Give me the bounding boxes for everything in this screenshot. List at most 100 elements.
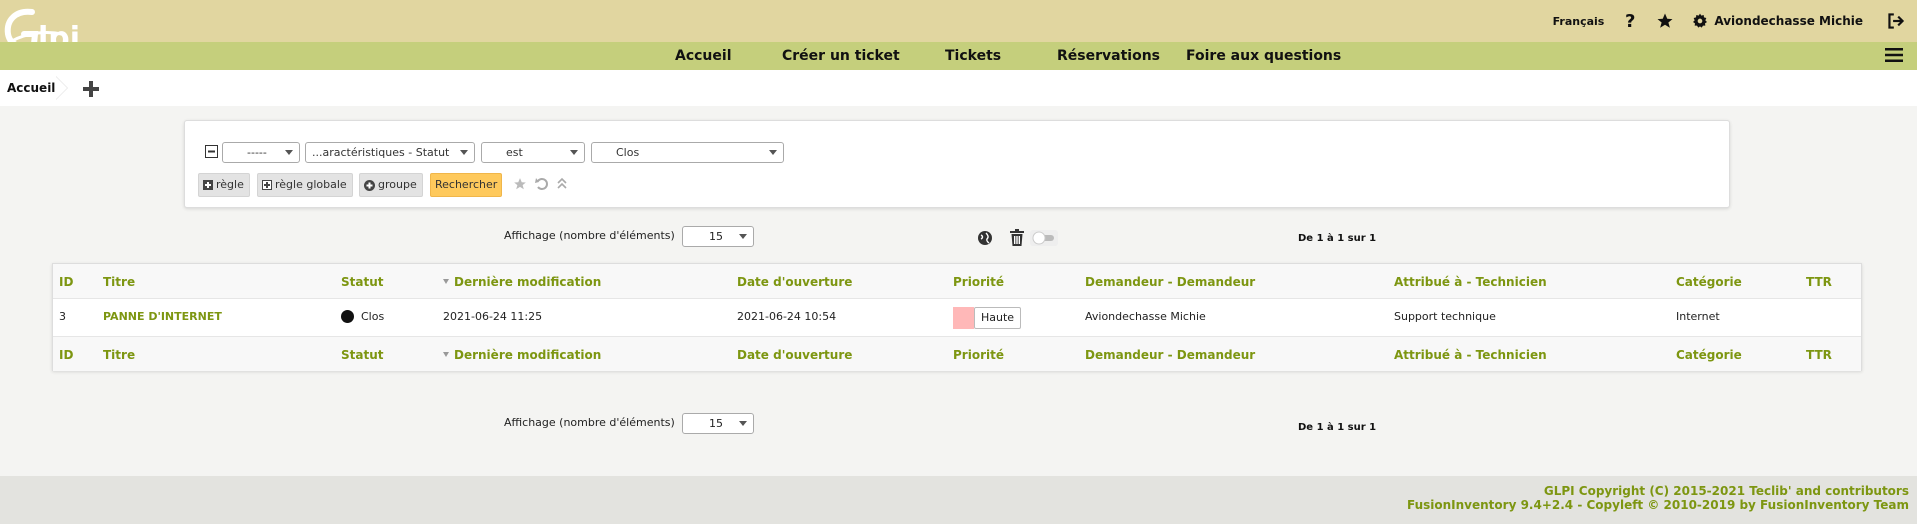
cell-status: Clos	[341, 309, 385, 324]
display-count-label: Affichage (nombre d'éléments)	[504, 229, 675, 242]
save-search-star-icon[interactable]	[513, 177, 527, 194]
column-header-status[interactable]: Statut	[341, 275, 384, 289]
toggle-switch[interactable]	[1030, 230, 1058, 249]
star-icon[interactable]	[1656, 12, 1674, 30]
nav-item-home[interactable]: Accueil	[675, 48, 732, 64]
column-header-title[interactable]: Titre	[103, 275, 135, 289]
chevron-down-icon	[460, 150, 468, 155]
glpi-copyright-link[interactable]: GLPI Copyright (C) 2015-2021 Teclib' and…	[1544, 484, 1909, 498]
nav-item-create-ticket[interactable]: Créer un ticket	[782, 48, 900, 64]
column-footer-last-modified[interactable]: Dernière modification	[443, 348, 601, 362]
items-per-page-select[interactable]: 15	[682, 226, 754, 247]
collapse-double-chevron-icon[interactable]	[557, 177, 567, 194]
priority-color-swatch	[953, 307, 974, 329]
column-header-technician[interactable]: Attribué à - Technicien	[1394, 275, 1547, 289]
cell-requester: Aviondechasse Michie	[1085, 310, 1206, 323]
column-footer-requester[interactable]: Demandeur - Demandeur	[1085, 348, 1255, 362]
language-selector[interactable]: Français	[1553, 15, 1605, 28]
chevron-down-icon	[739, 421, 747, 426]
column-footer-ttr[interactable]: TTR	[1806, 348, 1832, 362]
add-group-label: groupe	[378, 178, 417, 191]
page-footer: GLPI Copyright (C) 2015-2021 Teclib' and…	[0, 476, 1917, 524]
table-header: ID Titre Statut Dernière modification Da…	[53, 264, 1861, 298]
column-header-id[interactable]: ID	[59, 275, 73, 289]
fusioninventory-copyright-link[interactable]: FusionInventory 9.4+2.4 - Copyleft © 201…	[1407, 498, 1909, 512]
nav-item-faq[interactable]: Foire aux questions	[1186, 48, 1341, 64]
svg-text:?: ?	[1625, 12, 1635, 30]
help-icon[interactable]: ?	[1624, 12, 1638, 30]
priority-badge: Haute	[974, 307, 1022, 329]
column-footer-title[interactable]: Titre	[103, 348, 135, 362]
criterion-value: Clos	[616, 146, 640, 159]
column-footer-id[interactable]: ID	[59, 348, 73, 362]
remove-criterion-icon[interactable]	[205, 145, 218, 161]
status-closed-icon	[341, 309, 354, 323]
column-footer-opened[interactable]: Date d'ouverture	[737, 348, 852, 362]
items-per-page-value-bottom: 15	[709, 417, 723, 430]
gear-icon[interactable]	[1692, 13, 1708, 29]
plus-square-icon	[203, 180, 213, 190]
nav-item-reservations[interactable]: Réservations	[1057, 48, 1160, 64]
items-per-page-value: 15	[709, 230, 723, 243]
criterion-field-value: ...aractéristiques - Statut	[312, 146, 450, 159]
sort-desc-icon	[443, 352, 449, 357]
table-footer-header: ID Titre Statut Dernière modification Da…	[53, 337, 1861, 371]
column-header-opened[interactable]: Date d'ouverture	[737, 275, 852, 289]
reset-search-icon[interactable]	[535, 177, 549, 194]
chevron-down-icon	[570, 150, 578, 155]
chevron-down-icon	[769, 150, 777, 155]
column-header-category[interactable]: Catégorie	[1676, 275, 1742, 289]
globe-icon[interactable]	[977, 230, 993, 249]
column-footer-status[interactable]: Statut	[341, 348, 384, 362]
search-criteria-panel: ----- ...aractéristiques - Statut est Cl…	[184, 120, 1730, 208]
cell-id: 3	[59, 310, 66, 323]
pagination-count-bottom: De 1 à 1 sur 1	[1298, 422, 1377, 433]
cell-last-modified: 2021-06-24 11:25	[443, 310, 543, 323]
criterion-value-select[interactable]: Clos	[591, 142, 784, 163]
logout-icon[interactable]	[1887, 13, 1905, 29]
plus-circle-icon	[364, 179, 375, 191]
display-count-label-bottom: Affichage (nombre d'éléments)	[504, 416, 675, 429]
criterion-field-select[interactable]: ...aractéristiques - Statut	[305, 142, 475, 163]
chevron-down-icon	[739, 234, 747, 239]
criterion-link-select[interactable]: -----	[222, 142, 300, 163]
ticket-title-link[interactable]: PANNE D'INTERNET	[103, 310, 222, 323]
cell-opened: 2021-06-24 10:54	[737, 310, 837, 323]
column-footer-technician[interactable]: Attribué à - Technicien	[1394, 348, 1547, 362]
column-footer-category[interactable]: Catégorie	[1676, 348, 1742, 362]
table-row[interactable]: 3 PANNE D'INTERNET Clos 2021-06-24 11:25…	[53, 298, 1861, 337]
column-header-ttr[interactable]: TTR	[1806, 275, 1832, 289]
cell-category: Internet	[1676, 310, 1720, 323]
plus-square-outline-icon	[262, 180, 272, 190]
column-footer-last-modified-label: Dernière modification	[454, 348, 602, 362]
results-table: ID Titre Statut Dernière modification Da…	[52, 263, 1862, 371]
breadcrumb-home[interactable]: Accueil	[0, 76, 64, 100]
chevron-down-icon	[285, 150, 293, 155]
pagination-count: De 1 à 1 sur 1	[1298, 233, 1377, 244]
breadcrumb: Accueil	[0, 70, 1917, 106]
cell-technician: Support technique	[1394, 310, 1496, 323]
search-button[interactable]: Rechercher	[430, 173, 503, 197]
column-header-last-modified[interactable]: Dernière modification	[443, 275, 601, 289]
add-rule-label: règle	[216, 178, 244, 191]
nav-item-tickets[interactable]: Tickets	[945, 48, 1001, 64]
add-rule-button[interactable]: règle	[198, 173, 250, 197]
column-header-requester[interactable]: Demandeur - Demandeur	[1085, 275, 1255, 289]
add-global-rule-label: règle globale	[275, 178, 347, 191]
hamburger-menu-icon[interactable]	[1885, 47, 1903, 66]
status-label: Clos	[361, 310, 385, 323]
trash-icon[interactable]	[1010, 229, 1024, 249]
top-bar: lpi Français ? Aviondechasse Michie	[0, 0, 1917, 56]
criterion-operator-select[interactable]: est	[481, 142, 585, 163]
add-plus-icon[interactable]	[82, 80, 100, 101]
column-header-priority[interactable]: Priorité	[953, 275, 1004, 289]
main-nav: Accueil Créer un ticket Tickets Réservat…	[0, 42, 1917, 70]
column-footer-priority[interactable]: Priorité	[953, 348, 1004, 362]
user-menu[interactable]: Aviondechasse Michie	[1714, 14, 1863, 28]
add-group-button[interactable]: groupe	[359, 173, 423, 197]
add-global-rule-button[interactable]: règle globale	[257, 173, 353, 197]
criterion-operator-value: est	[506, 146, 523, 159]
criterion-link-value: -----	[247, 146, 267, 159]
column-header-last-modified-label: Dernière modification	[454, 275, 602, 289]
items-per-page-select-bottom[interactable]: 15	[682, 413, 754, 434]
